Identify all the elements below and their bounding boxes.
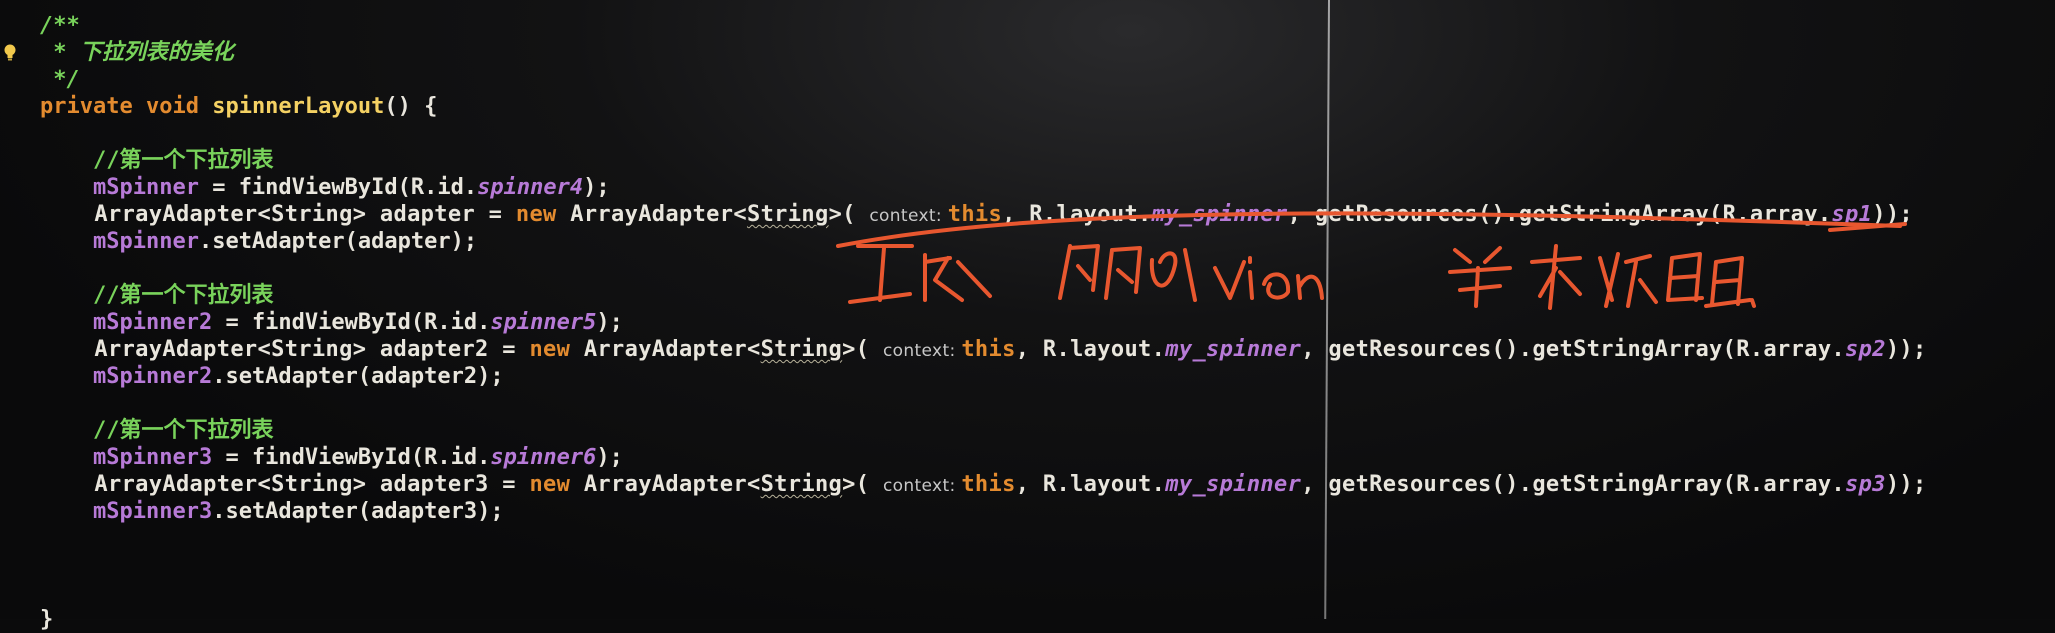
parameter-hint: context: [869, 206, 948, 226]
code-line[interactable]: ArrayAdapter<String> adapter3 = new Arra… [40, 471, 1927, 498]
code-token: = findViewById(R.id. [198, 175, 478, 200]
code-line[interactable]: //第一个下拉列表 [40, 147, 1927, 174]
code-token: */ [40, 67, 80, 92]
code-token: void [145, 94, 213, 119]
code-line[interactable] [40, 579, 1927, 606]
code-token: my_spinner [1165, 337, 1302, 362]
code-line[interactable] [40, 525, 1927, 552]
code-line[interactable]: mSpinner3.setAdapter(adapter3); [40, 498, 1927, 525]
code-token: this [947, 202, 1003, 227]
code-line[interactable]: * 下拉列表的美化 [40, 39, 1927, 66]
code-token: mSpinner2 [92, 364, 213, 389]
parameter-hint: context: [882, 476, 962, 496]
lightbulb-icon[interactable] [3, 44, 17, 62]
code-line[interactable]: mSpinner2.setAdapter(adapter2); [40, 363, 1927, 390]
code-token: >( [842, 472, 883, 497]
code-token: )); [1872, 202, 1914, 227]
code-token: sp3 [1845, 472, 1886, 497]
code-line[interactable]: mSpinner3 = findViewById(R.id.spinner6); [40, 444, 1927, 471]
code-token: my_spinner [1165, 472, 1302, 497]
code-token: //第一个下拉列表 [40, 283, 274, 308]
code-token: .setAdapter(adapter2); [212, 364, 504, 389]
code-token: //第一个下拉列表 [40, 418, 274, 443]
code-token: new [515, 202, 571, 227]
code-token: ArrayAdapter<String> adapter2 = [40, 337, 530, 362]
code-token: )); [1885, 472, 1927, 497]
code-line[interactable] [40, 255, 1927, 282]
code-line[interactable]: private void spinnerLayout() { [40, 93, 1927, 120]
code-line[interactable] [40, 120, 1927, 147]
code-token: ); [583, 175, 610, 200]
code-area[interactable]: /** * 下拉列表的美化 */private void spinnerLayo… [40, 12, 1927, 633]
code-line[interactable]: } [40, 606, 1927, 633]
code-token: new [529, 337, 584, 362]
code-token: , R.layout. [1015, 337, 1166, 362]
code-token: ); [596, 445, 623, 470]
code-token: sp1 [1831, 202, 1873, 227]
code-token: new [529, 472, 584, 497]
code-line[interactable]: mSpinner = findViewById(R.id.spinner4); [40, 174, 1927, 201]
code-token: mSpinner [92, 175, 199, 200]
code-line[interactable]: /** [40, 12, 1927, 39]
code-token: ArrayAdapter<String> adapter3 = [40, 472, 530, 497]
code-line[interactable]: mSpinner.setAdapter(adapter); [40, 228, 1927, 255]
code-token: private [40, 94, 146, 119]
code-line[interactable]: ArrayAdapter<String> adapter = new Array… [40, 201, 1927, 228]
code-token: mSpinner3 [92, 499, 213, 524]
code-token: String [760, 472, 843, 497]
code-line[interactable] [40, 552, 1927, 579]
code-editor[interactable]: /** * 下拉列表的美化 */private void spinnerLayo… [0, 0, 2055, 632]
code-token: ArrayAdapter< [583, 337, 761, 362]
code-token: this [961, 472, 1016, 497]
code-token: >( [828, 202, 870, 227]
code-token: my_spinner [1151, 202, 1288, 227]
code-line[interactable] [40, 390, 1927, 417]
code-token: /** [40, 13, 80, 38]
code-token: mSpinner3 [92, 445, 213, 470]
code-token: = findViewById(R.id. [212, 310, 491, 335]
code-token: mSpinner [92, 229, 199, 254]
code-token: () { [384, 94, 438, 119]
code-token: , getResources().getStringArray(R.array. [1301, 472, 1846, 497]
code-token: .setAdapter(adapter); [198, 229, 478, 254]
code-line[interactable]: */ [40, 66, 1927, 93]
code-token: sp2 [1845, 337, 1886, 362]
code-token: mSpinner2 [92, 310, 213, 335]
code-token: ArrayAdapter< [570, 202, 747, 227]
code-token: String [760, 337, 843, 362]
code-token: spinnerLayout [212, 94, 385, 119]
parameter-hint: context: [882, 341, 962, 361]
code-token: , R.layout. [1002, 202, 1152, 227]
code-token: spinner5 [490, 310, 597, 335]
code-token: //第一个下拉列表 [40, 148, 274, 173]
code-token: String [746, 202, 829, 227]
code-line[interactable]: ArrayAdapter<String> adapter2 = new Arra… [40, 336, 1927, 363]
code-token: .setAdapter(adapter3); [212, 499, 504, 524]
code-token: , getResources().getStringArray(R.array. [1301, 337, 1846, 362]
code-token: ArrayAdapter<String> adapter = [40, 202, 516, 227]
code-line[interactable]: //第一个下拉列表 [40, 282, 1927, 309]
code-token: ArrayAdapter< [583, 472, 761, 497]
code-token: = findViewById(R.id. [212, 445, 491, 470]
code-line[interactable]: //第一个下拉列表 [40, 417, 1927, 444]
code-token: , getResources().getStringArray(R.array. [1287, 202, 1832, 227]
code-token: spinner6 [490, 445, 597, 470]
code-token: , R.layout. [1015, 472, 1166, 497]
code-line[interactable]: mSpinner2 = findViewById(R.id.spinner5); [40, 309, 1927, 336]
code-token: >( [842, 337, 883, 362]
code-token: * 下拉列表的美化 [40, 40, 234, 65]
code-token: ); [596, 310, 623, 335]
code-token: )); [1885, 337, 1927, 362]
code-token: this [961, 337, 1016, 362]
code-token: spinner4 [477, 175, 584, 200]
code-token: } [40, 607, 54, 632]
